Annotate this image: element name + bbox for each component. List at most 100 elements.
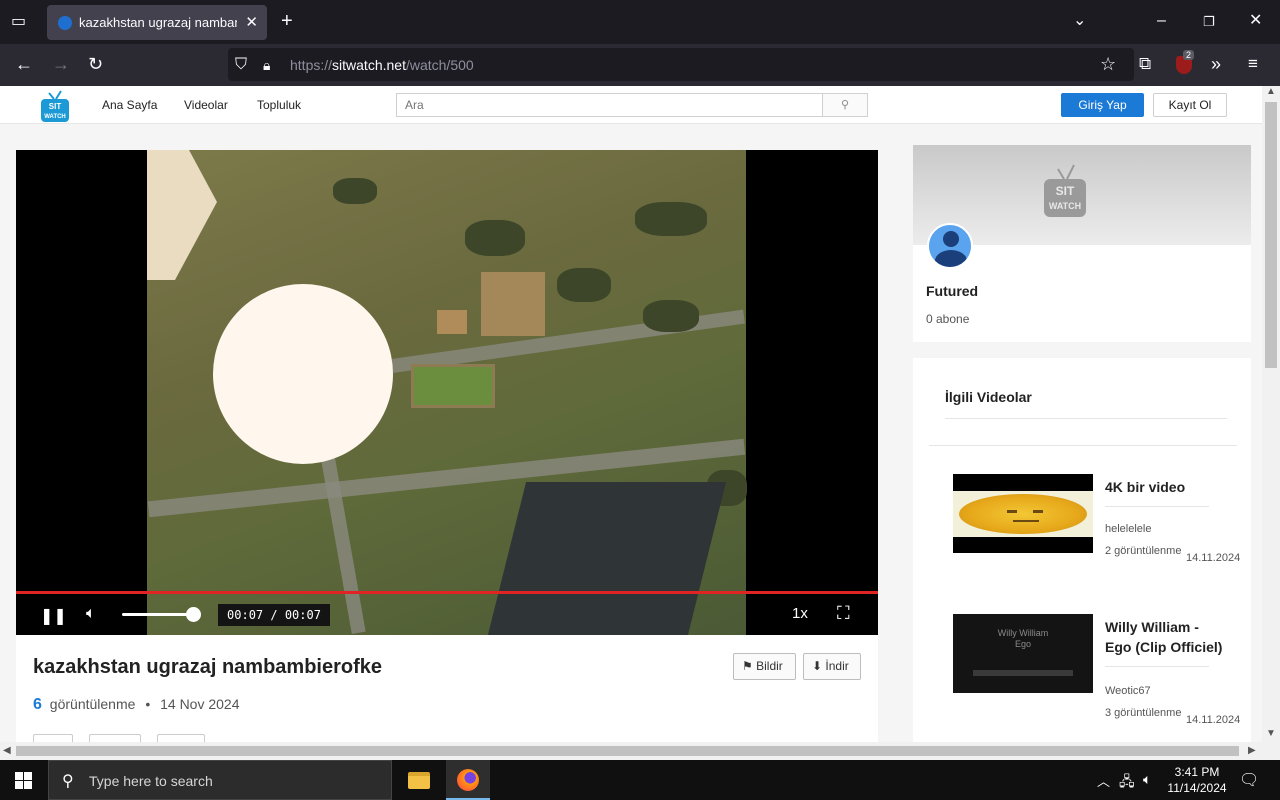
close-window-icon[interactable]: ✕ xyxy=(1249,13,1262,29)
firefox-icon xyxy=(457,769,479,791)
nav-videos-link[interactable]: Videolar xyxy=(184,98,228,112)
web-page: SIT WATCH Ana Sayfa Videolar Topluluk ⚲ … xyxy=(0,86,1262,742)
overflow-menu-icon[interactable]: » xyxy=(1211,55,1221,73)
related-video-date: 14.11.2024 xyxy=(1186,552,1241,564)
register-button[interactable]: Kayıt Ol xyxy=(1153,93,1227,117)
related-video-title[interactable]: 4K bir video xyxy=(1105,477,1223,497)
video-frame xyxy=(147,150,747,635)
vertical-scroll-thumb[interactable] xyxy=(1265,102,1277,368)
browser-tab-strip: ▭ kazakhstan ugrazaj nambambierofke ✕ + … xyxy=(0,0,1280,44)
search-input[interactable] xyxy=(396,93,823,117)
site-lock-icon[interactable]: 🔒︎ xyxy=(263,57,270,73)
taskbar-search-placeholder: Type here to search xyxy=(89,773,213,789)
url-bar[interactable]: ⛉ 🔒︎ https://sitwatch.net/watch/500 ☆ xyxy=(228,48,1134,81)
related-video-title[interactable]: Willy William - Ego (Clip Officiel) xyxy=(1105,617,1223,661)
svg-text:SIT: SIT xyxy=(1056,184,1075,198)
windows-start-icon[interactable] xyxy=(15,772,32,789)
channel-card: SIT WATCH Futured 0 abone xyxy=(913,145,1251,342)
like-button[interactable] xyxy=(33,734,73,742)
taskbar-clock[interactable]: 3:41 PM 11/14/2024 xyxy=(1160,764,1234,796)
related-videos-panel: İlgili Videolar 4K bir video helelelele … xyxy=(913,358,1251,742)
related-video-views: 2 görüntülenme xyxy=(1105,545,1182,557)
tab-overview-icon[interactable]: ▭ xyxy=(11,14,26,30)
upload-date: 14 Nov 2024 xyxy=(160,696,240,712)
related-video-author: Weotic67 xyxy=(1105,685,1151,697)
report-button[interactable]: ⚑ Bildir xyxy=(733,653,796,680)
dislike-button[interactable] xyxy=(89,734,141,742)
bookmark-star-icon[interactable]: ☆ xyxy=(1100,55,1116,73)
search-button[interactable]: ⚲ xyxy=(822,93,868,117)
tracking-protection-shield-icon[interactable]: ⛉ xyxy=(235,57,247,73)
volume-slider-handle[interactable] xyxy=(186,607,202,622)
banner-logo: SIT WATCH xyxy=(1044,164,1086,217)
scroll-up-arrow-icon[interactable]: ▲ xyxy=(1266,86,1276,97)
nav-home-link[interactable]: Ana Sayfa xyxy=(102,98,157,112)
volume-slider[interactable] xyxy=(122,613,194,616)
download-label: İndir xyxy=(825,659,849,673)
related-video-item[interactable]: Willy William Ego Willy William - Ego (C… xyxy=(953,614,1251,734)
share-button[interactable] xyxy=(157,734,205,742)
clock-date: 11/14/2024 xyxy=(1167,781,1227,795)
time-display: 00:07 / 00:07 xyxy=(218,604,330,626)
report-label: Bildir xyxy=(756,659,783,673)
video-thumbnail[interactable] xyxy=(953,474,1093,553)
volume-muted-icon[interactable]: 🔈︎ xyxy=(1143,771,1151,788)
stats-separator: • xyxy=(145,696,151,712)
tab-favicon-icon xyxy=(58,16,72,30)
video-thumbnail[interactable]: Willy William Ego xyxy=(953,614,1093,693)
extension-badge: 2 xyxy=(1183,50,1195,60)
subscriber-count: 0 abone xyxy=(926,312,970,326)
windows-taskbar: ⚲ Type here to search ︿ 🖧︎ 🔈︎ 3:41 PM 11… xyxy=(0,760,1280,800)
scroll-down-arrow-icon[interactable]: ▼ xyxy=(1266,728,1276,739)
back-arrow-icon[interactable]: ← xyxy=(15,55,33,73)
channel-name[interactable]: Futured xyxy=(926,283,978,299)
main-column: ❚❚ 🔈︎ 00:07 / 00:07 1x ⛶ kazakhstan ugra… xyxy=(16,150,878,742)
download-icon: ⬇ xyxy=(812,659,823,673)
related-videos-heading: İlgili Videolar xyxy=(945,389,1032,405)
browser-tab-active[interactable]: kazakhstan ugrazaj nambambierofke ✕ xyxy=(47,5,267,40)
site-logo[interactable]: SIT WATCH xyxy=(39,87,71,123)
download-button[interactable]: ⬇ İndir xyxy=(803,653,861,680)
overexposed-glare xyxy=(213,284,393,464)
horizontal-scroll-thumb[interactable] xyxy=(16,746,1239,756)
view-count: 6 xyxy=(33,696,42,713)
flag-icon: ⚑ xyxy=(742,659,753,673)
playback-speed-button[interactable]: 1x xyxy=(792,605,808,622)
volume-icon[interactable]: 🔈︎ xyxy=(86,605,96,623)
tab-close-icon[interactable]: ✕ xyxy=(245,13,258,31)
vertical-scrollbar[interactable]: ▲ ▼ xyxy=(1262,86,1280,742)
extensions-icon[interactable]: ⧉ xyxy=(1139,55,1151,72)
divider xyxy=(1105,506,1209,507)
video-title: kazakhstan ugrazaj nambambierofke xyxy=(33,656,383,678)
horizontal-scrollbar[interactable]: ◀ ▶ xyxy=(0,742,1280,760)
tray-chevron-icon[interactable]: ︿ xyxy=(1097,771,1110,790)
firefox-taskbar-button[interactable] xyxy=(446,760,490,800)
taskbar-search-box[interactable]: ⚲ Type here to search xyxy=(48,760,392,800)
nav-community-link[interactable]: Topluluk xyxy=(257,98,301,112)
minimize-window-icon[interactable]: – xyxy=(1157,13,1166,29)
file-explorer-icon[interactable] xyxy=(408,772,430,789)
scroll-left-arrow-icon[interactable]: ◀ xyxy=(3,745,11,756)
scroll-right-arrow-icon[interactable]: ▶ xyxy=(1248,745,1256,756)
browser-nav-bar: ← → ↻ ⛉ 🔒︎ https://sitwatch.net/watch/50… xyxy=(0,44,1280,86)
app-menu-hamburger-icon[interactable]: ≡ xyxy=(1248,55,1258,72)
video-player[interactable]: ❚❚ 🔈︎ 00:07 / 00:07 1x ⛶ xyxy=(16,150,878,635)
tab-list-chevron-icon[interactable]: ⌄ xyxy=(1073,13,1086,29)
thumbnail-caption: Willy William Ego xyxy=(997,628,1049,649)
channel-avatar[interactable] xyxy=(927,223,973,269)
reload-icon[interactable]: ↻ xyxy=(88,55,103,73)
pause-icon[interactable]: ❚❚ xyxy=(40,606,67,626)
player-controls: ❚❚ 🔈︎ 00:07 / 00:07 1x ⛶ xyxy=(16,594,878,635)
related-video-author: helelelele xyxy=(1105,523,1152,535)
fullscreen-icon[interactable]: ⛶ xyxy=(837,603,850,624)
notification-center-icon[interactable]: 🗨︎ xyxy=(1239,770,1259,790)
related-video-date: 14.11.2024 xyxy=(1186,714,1241,726)
restore-window-icon[interactable]: ❐ xyxy=(1203,14,1215,30)
divider xyxy=(945,418,1227,419)
network-icon[interactable]: 🖧︎ xyxy=(1119,771,1135,795)
url-text: https://sitwatch.net/watch/500 xyxy=(290,57,474,73)
login-button[interactable]: Giriş Yap xyxy=(1061,93,1144,117)
new-tab-icon[interactable]: + xyxy=(281,11,293,31)
forward-arrow-icon[interactable]: → xyxy=(52,55,70,73)
related-video-item[interactable]: 4K bir video helelelele 2 görüntülenme 1… xyxy=(953,474,1251,594)
